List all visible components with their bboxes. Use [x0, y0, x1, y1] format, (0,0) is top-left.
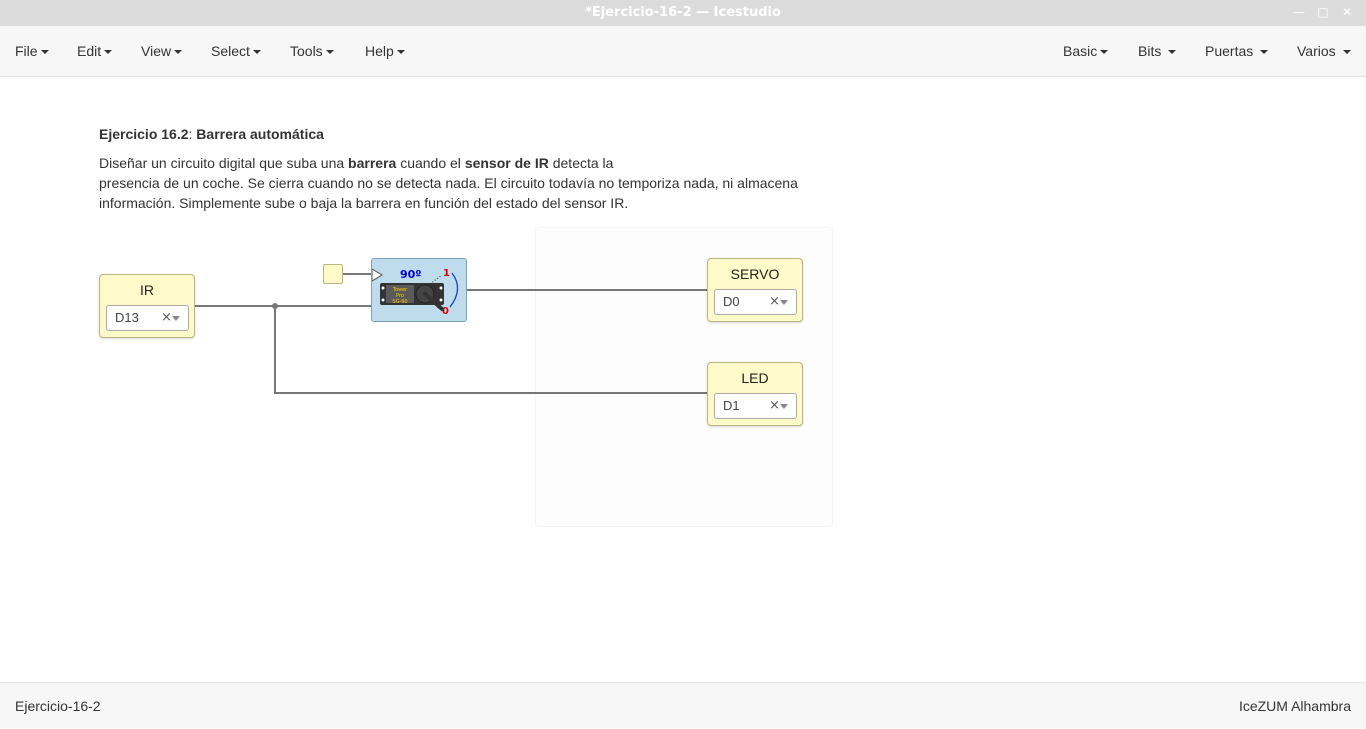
- menu-tools[interactable]: Tools: [290, 43, 334, 59]
- info-text: detecta la: [548, 155, 614, 171]
- window-title: *Ejercicio-16-2 — Icestudio: [585, 5, 781, 20]
- info-text-bold: sensor de IR: [464, 155, 549, 171]
- chevron-down-icon: [1260, 50, 1269, 55]
- wire-branch-vertical[interactable]: [274, 305, 276, 394]
- menu-edit[interactable]: Edit: [77, 43, 113, 59]
- menu-puertas-label: Puertas: [1205, 43, 1254, 59]
- info-block: Ejercicio 16.2: Barrera automática Diseñ…: [99, 124, 819, 213]
- wire-const-to-servo[interactable]: [342, 273, 372, 275]
- heading-title: Barrera automática: [196, 126, 324, 142]
- input-port-icon: [371, 268, 383, 282]
- chevron-down-icon: [252, 50, 261, 55]
- menu-select-label: Select: [211, 43, 250, 59]
- pin-select-servo[interactable]: D0 ×: [714, 289, 797, 315]
- wire-junction: [272, 303, 278, 309]
- menu-file[interactable]: File: [15, 43, 49, 59]
- chevron-down-icon: [1168, 50, 1177, 55]
- chevron-down-icon: [396, 50, 405, 55]
- design-canvas[interactable]: Ejercicio 16.2: Barrera automática Diseñ…: [0, 77, 1366, 681]
- menu-basic-label: Basic: [1063, 43, 1098, 59]
- menu-view-label: View: [141, 43, 172, 59]
- menu-help[interactable]: Help: [365, 43, 405, 59]
- info-text: cuando el: [396, 155, 465, 171]
- pin-value: D1: [723, 398, 740, 413]
- mount-hole: [381, 298, 385, 302]
- servo-brand-text: SG-90: [392, 299, 407, 305]
- info-heading: Ejercicio 16.2: Barrera automática: [99, 124, 819, 144]
- block-label: LED: [741, 370, 769, 386]
- chevron-down-icon[interactable]: [780, 404, 788, 409]
- input-block-ir[interactable]: IR D13 ×: [99, 274, 195, 338]
- clear-icon[interactable]: ×: [769, 398, 780, 413]
- project-name: Ejercicio-16-2: [15, 698, 101, 714]
- maximize-icon[interactable]: □: [1315, 4, 1331, 20]
- pin-value: D0: [723, 294, 740, 309]
- info-text: Diseñar un circuito digital que suba una: [99, 155, 349, 171]
- menu-varios-label: Varios: [1297, 43, 1336, 59]
- menu-varios[interactable]: Varios: [1297, 43, 1351, 59]
- chevron-down-icon: [104, 50, 113, 55]
- chevron-down-icon: [1342, 50, 1351, 55]
- constant-input-block[interactable]: [323, 264, 343, 284]
- menu-basic[interactable]: Basic: [1063, 43, 1109, 59]
- menu-help-label: Help: [365, 43, 394, 59]
- window-titlebar: *Ejercicio-16-2 — Icestudio — □ ✕: [0, 0, 1366, 27]
- minimize-icon[interactable]: —: [1291, 4, 1307, 20]
- block-label: IR: [140, 282, 154, 298]
- clear-icon[interactable]: ×: [769, 294, 780, 309]
- servo-one-label: 1: [443, 268, 450, 279]
- menu-edit-label: Edit: [77, 43, 102, 59]
- chevron-down-icon: [325, 50, 334, 55]
- servo-module-block[interactable]: 90º 1 0 Tower Pro SG-90: [371, 258, 467, 322]
- mount-hole: [439, 286, 443, 290]
- pin-value: D13: [115, 310, 139, 325]
- menu-file-label: File: [15, 43, 38, 59]
- close-icon[interactable]: ✕: [1339, 4, 1355, 20]
- chevron-down-icon: [1100, 50, 1109, 55]
- menu-bits[interactable]: Bits: [1138, 43, 1177, 59]
- menu-bits-label: Bits: [1138, 43, 1162, 59]
- output-block-led[interactable]: LED D1 ×: [707, 362, 803, 426]
- chevron-down-icon: [174, 50, 183, 55]
- chevron-down-icon[interactable]: [172, 316, 180, 321]
- output-block-servo[interactable]: SERVO D0 ×: [707, 258, 803, 322]
- chevron-down-icon: [40, 50, 49, 55]
- menubar: File Edit View Select Tools Help Basic B…: [0, 26, 1366, 77]
- info-text: presencia de un coche. Se cierra cuando …: [99, 175, 798, 191]
- info-text: información. Simplemente sube o baja la …: [99, 195, 629, 211]
- chevron-down-icon[interactable]: [780, 300, 788, 305]
- menu-puertas[interactable]: Puertas: [1205, 43, 1269, 59]
- board-name[interactable]: IceZUM Alhambra: [1239, 698, 1351, 714]
- heading-number: Ejercicio 16.2: [99, 126, 189, 142]
- rotation-arrow-icon: [449, 272, 459, 308]
- info-paragraph: Diseñar un circuito digital que suba una…: [99, 153, 819, 213]
- info-text-bold: barrera: [348, 155, 397, 171]
- wire-to-led[interactable]: [274, 392, 707, 394]
- mount-hole: [439, 298, 443, 302]
- servo-angle-label: 90º: [400, 268, 422, 281]
- block-label: SERVO: [730, 266, 780, 282]
- clear-icon[interactable]: ×: [161, 310, 172, 325]
- wire-ir-to-servo[interactable]: [195, 305, 371, 307]
- mount-hole: [381, 286, 385, 290]
- dotted-guide-icon: [429, 274, 443, 285]
- pin-select-ir[interactable]: D13 ×: [106, 305, 189, 331]
- status-bar: Ejercicio-16-2 IceZUM Alhambra: [0, 682, 1366, 728]
- pin-select-led[interactable]: D1 ×: [714, 393, 797, 419]
- wire-servo-out[interactable]: [466, 289, 707, 291]
- servo-graphic: 90º 1 0 Tower Pro SG-90: [371, 268, 459, 317]
- menu-tools-label: Tools: [290, 43, 323, 59]
- menu-view[interactable]: View: [141, 43, 183, 59]
- menu-select[interactable]: Select: [211, 43, 261, 59]
